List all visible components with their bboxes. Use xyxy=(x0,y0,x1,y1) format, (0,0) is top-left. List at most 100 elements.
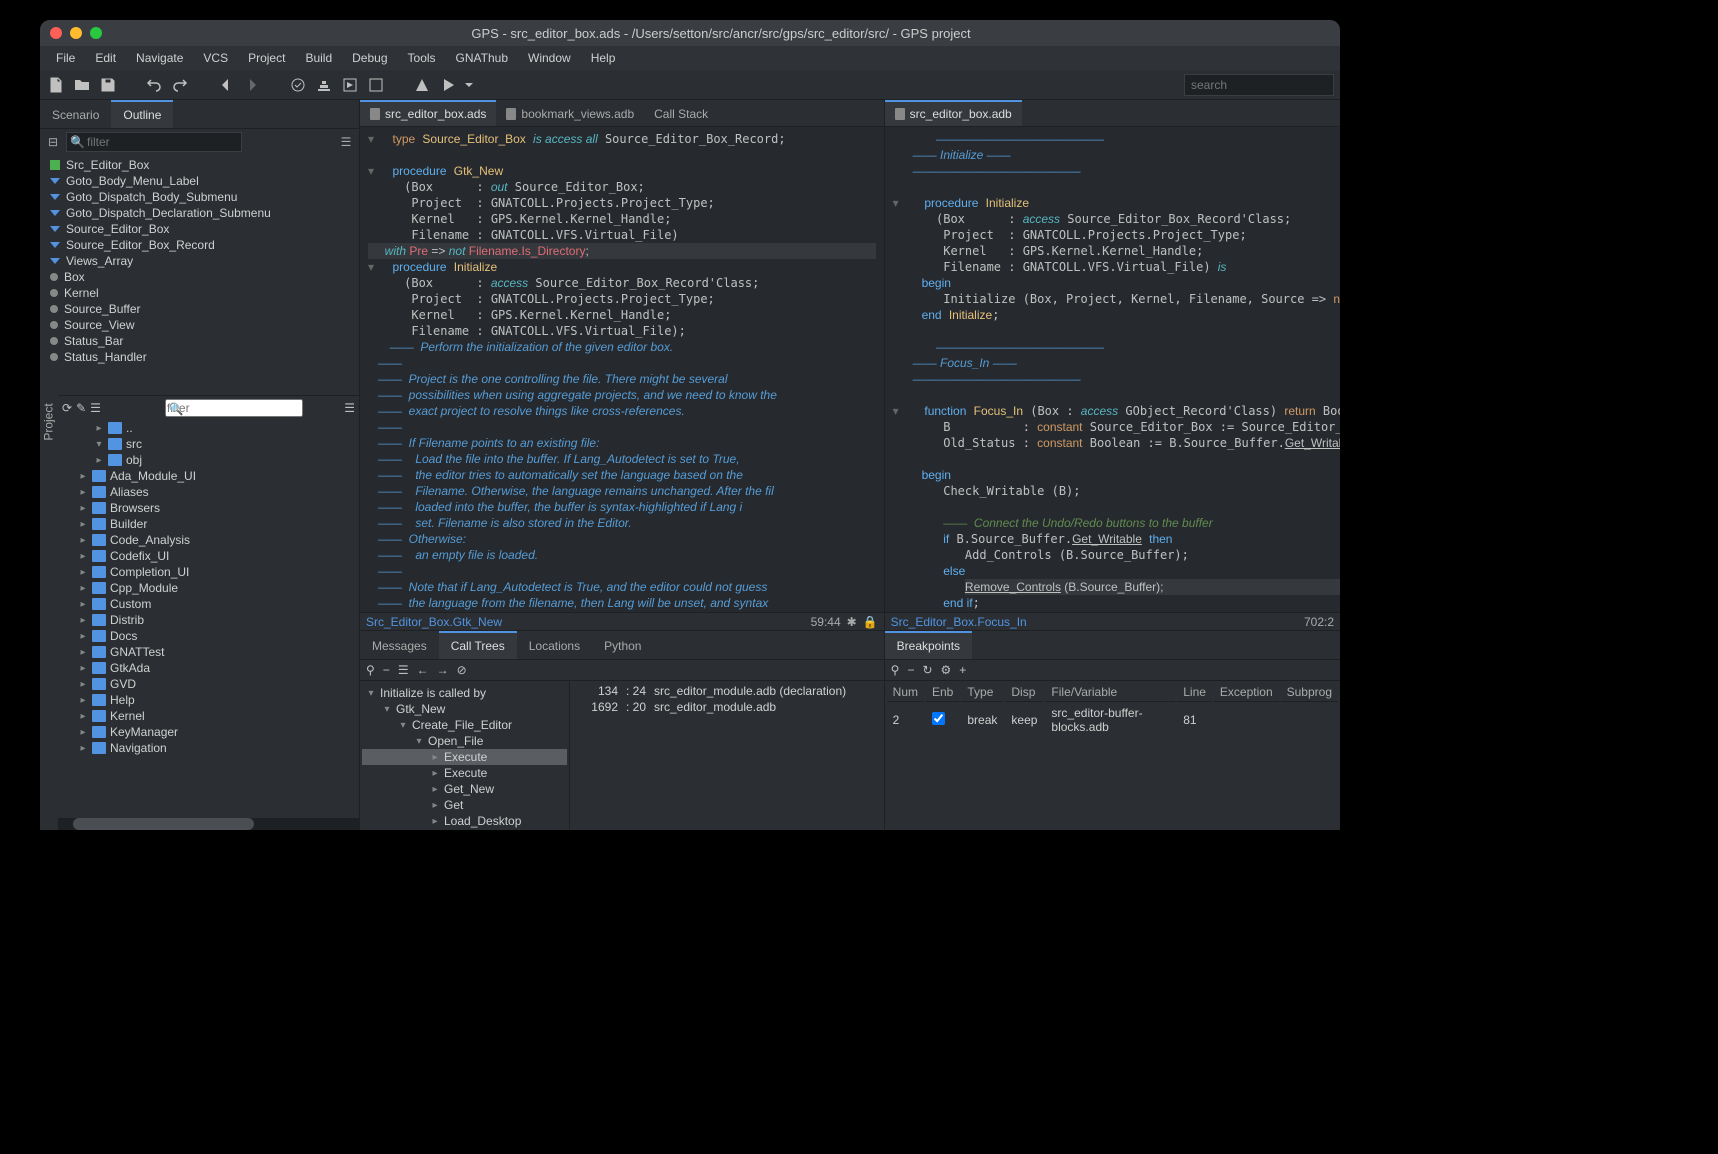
bottom-tab-call-trees[interactable]: Call Trees xyxy=(439,631,517,659)
outline-item[interactable]: Goto_Dispatch_Body_Submenu xyxy=(40,189,359,205)
calltree-item[interactable]: ▾Initialize is called by xyxy=(362,685,567,701)
add-bp-icon[interactable]: + xyxy=(959,663,966,677)
outline-item[interactable]: Status_Bar xyxy=(40,333,359,349)
project-hscroll[interactable] xyxy=(58,818,359,830)
folder-item[interactable]: ▸Docs xyxy=(58,628,359,644)
nav-back-icon[interactable]: ← xyxy=(417,663,429,677)
bp-enable-checkbox[interactable] xyxy=(932,712,945,725)
outline-item[interactable]: Views_Array xyxy=(40,253,359,269)
call-list-row[interactable]: 1692: 20src_editor_module.adb xyxy=(574,699,880,715)
calltree-item[interactable]: ▸Get xyxy=(362,797,567,813)
calltree-item[interactable]: ▸Execute xyxy=(362,765,567,781)
call-tree[interactable]: ▾Initialize is called by▾Gtk_New▾Create_… xyxy=(360,681,570,830)
menu-file[interactable]: File xyxy=(48,49,83,67)
folder-item[interactable]: ▸.. xyxy=(58,420,359,436)
folder-item[interactable]: ▸Code_Analysis xyxy=(58,532,359,548)
menu-edit[interactable]: Edit xyxy=(87,49,124,67)
menu-gnathub[interactable]: GNAThub xyxy=(448,49,516,67)
refresh-icon[interactable]: ⟳ xyxy=(62,401,72,415)
folder-item[interactable]: ▸KeyManager xyxy=(58,724,359,740)
redo-icon[interactable] xyxy=(170,75,190,95)
editor-tab[interactable]: src_editor_box.adb xyxy=(885,100,1022,126)
close-window-button[interactable] xyxy=(50,27,62,39)
remove-bp-icon[interactable]: − xyxy=(907,663,914,677)
outline-item[interactable]: Box xyxy=(40,269,359,285)
maximize-window-button[interactable] xyxy=(90,27,102,39)
run-icon[interactable] xyxy=(438,75,458,95)
menu-help[interactable]: Help xyxy=(583,49,624,67)
menu-navigate[interactable]: Navigate xyxy=(128,49,191,67)
list-icon[interactable]: ☰ xyxy=(90,401,101,415)
folder-item[interactable]: ▸Distrib xyxy=(58,612,359,628)
folder-item[interactable]: ▸GtkAda xyxy=(58,660,359,676)
menu-build[interactable]: Build xyxy=(297,49,340,67)
list-view-icon[interactable]: ☰ xyxy=(398,663,409,677)
calltree-item[interactable]: ▸Load_Desktop xyxy=(362,813,567,829)
remove-icon[interactable]: − xyxy=(383,663,390,677)
folder-item[interactable]: ▸Kernel xyxy=(58,708,359,724)
pin-icon[interactable]: ⚲ xyxy=(891,663,900,677)
compile-icon[interactable] xyxy=(340,75,360,95)
debug-icon[interactable] xyxy=(412,75,432,95)
folder-item[interactable]: ▸Cpp_Module xyxy=(58,580,359,596)
nav-fwd-icon[interactable]: → xyxy=(437,663,449,677)
breakpoints-table[interactable]: NumEnbTypeDispFile/VariableLineException… xyxy=(885,681,1340,738)
project-filter-input[interactable] xyxy=(165,399,303,417)
editor-tab[interactable]: bookmark_views.adb xyxy=(496,100,644,126)
outline-item[interactable]: Source_Buffer xyxy=(40,301,359,317)
menu-tools[interactable]: Tools xyxy=(400,49,444,67)
outline-item[interactable]: Status_Handler xyxy=(40,349,359,365)
folder-item[interactable]: ▸obj xyxy=(58,452,359,468)
search-input[interactable] xyxy=(1184,74,1334,96)
bottom-tab-python[interactable]: Python xyxy=(592,631,653,659)
folder-item[interactable]: ▸Aliases xyxy=(58,484,359,500)
editor2-code[interactable]: —————————————— —— Initialize —— ————————… xyxy=(885,127,1340,612)
folder-item[interactable]: ▸Help xyxy=(58,692,359,708)
undo-icon[interactable] xyxy=(144,75,164,95)
tab-breakpoints[interactable]: Breakpoints xyxy=(885,631,972,659)
calltree-item[interactable]: ▾Create_File_Editor xyxy=(362,717,567,733)
folder-item[interactable]: ▸Completion_UI xyxy=(58,564,359,580)
open-folder-icon[interactable] xyxy=(72,75,92,95)
refresh-bp-icon[interactable]: ↻ xyxy=(922,663,932,677)
folder-item[interactable]: ▸Codefix_UI xyxy=(58,548,359,564)
folder-item[interactable]: ▸Browsers xyxy=(58,500,359,516)
clean-icon[interactable] xyxy=(366,75,386,95)
outline-filter-input[interactable] xyxy=(66,132,242,152)
collapse-all-icon[interactable]: ⊟ xyxy=(44,133,62,151)
editor-tab[interactable]: Call Stack xyxy=(644,100,718,126)
project-side-tab[interactable]: Project xyxy=(40,395,58,830)
outline-item[interactable]: Kernel xyxy=(40,285,359,301)
outline-item[interactable]: Goto_Dispatch_Declaration_Submenu xyxy=(40,205,359,221)
clear-icon[interactable]: ⊘ xyxy=(457,663,467,677)
outline-item[interactable]: Source_Editor_Box_Record xyxy=(40,237,359,253)
outline-item[interactable]: Src_Editor_Box xyxy=(40,157,359,173)
settings-bp-icon[interactable]: ⚙ xyxy=(941,663,952,677)
minimize-window-button[interactable] xyxy=(70,27,82,39)
folder-item[interactable]: ▸Custom xyxy=(58,596,359,612)
call-list[interactable]: 134: 24src_editor_module.adb (declaratio… xyxy=(570,681,884,830)
outline-item[interactable]: Source_View xyxy=(40,317,359,333)
folder-item[interactable]: ▸GNATTest xyxy=(58,644,359,660)
back-icon[interactable] xyxy=(216,75,236,95)
calltree-item[interactable]: ▸Get_New xyxy=(362,781,567,797)
breakpoint-row[interactable]: 2breakkeepsrc_editor-buffer-blocks.adb81 xyxy=(887,704,1338,736)
outline-item[interactable]: Source_Editor_Box xyxy=(40,221,359,237)
outline-item[interactable]: Goto_Body_Menu_Label xyxy=(40,173,359,189)
calltree-item[interactable]: ▸Execute xyxy=(362,749,567,765)
folder-item[interactable]: ▾src xyxy=(58,436,359,452)
bottom-tab-locations[interactable]: Locations xyxy=(517,631,592,659)
build-icon[interactable] xyxy=(314,75,334,95)
outline-menu-icon[interactable]: ☰ xyxy=(337,133,355,151)
menu-project[interactable]: Project xyxy=(240,49,293,67)
calltree-item[interactable]: ▾Open_File xyxy=(362,733,567,749)
run-dropdown-icon[interactable] xyxy=(464,75,474,95)
forward-icon[interactable] xyxy=(242,75,262,95)
folder-item[interactable]: ▸Builder xyxy=(58,516,359,532)
tab-scenario[interactable]: Scenario xyxy=(40,100,111,128)
calltree-item[interactable]: ▾Gtk_New xyxy=(362,701,567,717)
pin-icon[interactable]: ⚲ xyxy=(366,663,375,677)
project-menu-icon[interactable]: ☰ xyxy=(344,401,355,415)
editor1-code[interactable]: ▾ type Source_Editor_Box is access all S… xyxy=(360,127,884,612)
menu-debug[interactable]: Debug xyxy=(344,49,395,67)
